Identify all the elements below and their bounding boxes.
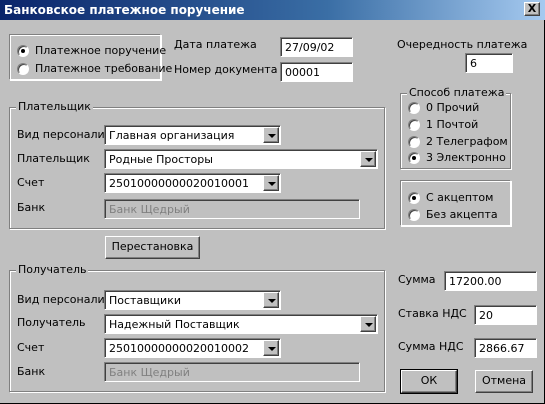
chevron-down-icon[interactable] — [263, 340, 279, 356]
radio-dot — [408, 192, 420, 204]
radio-dot — [408, 136, 420, 148]
close-button[interactable]: X — [524, 2, 540, 16]
payer-select[interactable]: Родные Просторы — [104, 149, 378, 169]
radio-dot — [408, 102, 420, 114]
radio-method-telegraph[interactable]: 2 Телеграфом — [408, 135, 508, 149]
chevron-down-icon[interactable] — [360, 316, 376, 332]
vat-sum-input[interactable]: 2866.67 — [474, 338, 537, 358]
recipient-account-label: Счет — [17, 341, 45, 354]
sum-label: Сумма — [398, 273, 436, 286]
recipient-select[interactable]: Надежный Поставщик — [104, 314, 378, 334]
select-value: Надежный Поставщик — [109, 318, 240, 331]
radio-payment-demand[interactable]: Платежное требование — [17, 62, 172, 76]
cancel-button[interactable]: Отмена — [475, 370, 533, 393]
payer-personnel-label: Вид персоналии — [17, 128, 112, 141]
priority-input[interactable]: 6 — [465, 53, 513, 73]
radio-label: Без акцепта — [426, 208, 498, 221]
vat-rate-input[interactable]: 20 — [474, 305, 537, 325]
chevron-down-icon[interactable] — [263, 292, 279, 308]
recipient-bank-input: Банк Щедрый — [104, 362, 360, 382]
radio-label: Платежное поручение — [35, 44, 167, 57]
chevron-down-icon[interactable] — [360, 151, 376, 167]
radio-payment-order[interactable]: Платежное поручение — [17, 44, 166, 58]
radio-method-mail[interactable]: 1 Почтой — [408, 118, 478, 132]
radio-dot — [408, 152, 420, 164]
radio-label: 3 Электронно — [426, 151, 506, 164]
recipient-personnel-select[interactable]: Поставщики — [104, 290, 281, 310]
select-value: 25010000000020010002 — [109, 342, 249, 355]
doc-number-label: Номер документа — [174, 63, 278, 76]
select-value: Поставщики — [109, 294, 181, 307]
swap-button[interactable]: Перестановка — [105, 236, 200, 259]
radio-with-acceptance[interactable]: С акцептом — [408, 191, 493, 205]
radio-dot — [408, 119, 420, 131]
payer-personnel-select[interactable]: Главная организация — [104, 125, 281, 145]
chevron-down-icon[interactable] — [263, 127, 279, 143]
date-input[interactable]: 27/09/02 — [280, 37, 353, 57]
recipient-caption: Получатель — [16, 263, 89, 277]
recipient-label: Получатель — [17, 316, 86, 329]
recipient-bank-label: Банк — [17, 365, 46, 378]
payer-account-select[interactable]: 25010000000020010001 — [104, 173, 281, 193]
chevron-down-icon[interactable] — [263, 175, 279, 191]
radio-dot — [17, 63, 29, 75]
select-value: Главная организация — [109, 129, 235, 142]
payment-method-caption: Способ платежа — [407, 86, 507, 100]
payment-order-window: Банковское платежное поручение X Платежн… — [0, 0, 545, 404]
select-value: 25010000000020010001 — [109, 177, 249, 190]
radio-without-acceptance[interactable]: Без акцепта — [408, 208, 498, 222]
date-label: Дата платежа — [174, 38, 257, 51]
radio-dot — [408, 209, 420, 221]
recipient-personnel-label: Вид персоналии — [17, 293, 112, 306]
radio-label: 1 Почтой — [426, 118, 479, 131]
priority-label: Очередность платежа — [397, 38, 528, 51]
recipient-account-select[interactable]: 25010000000020010002 — [104, 338, 281, 358]
title-bar: Банковское платежное поручение — [0, 0, 545, 20]
window-title: Банковское платежное поручение — [4, 3, 245, 17]
radio-label: 2 Телеграфом — [426, 135, 508, 148]
radio-label: С акцептом — [426, 191, 494, 204]
ok-button[interactable]: ОК — [400, 369, 458, 394]
vat-sum-label: Сумма НДС — [398, 340, 464, 353]
doc-number-input[interactable]: 00001 — [280, 62, 353, 82]
radio-label: Платежное требование — [35, 62, 173, 75]
sum-input[interactable]: 17200.00 — [444, 271, 537, 291]
radio-label: 0 Прочий — [426, 101, 480, 114]
select-value: Родные Просторы — [109, 153, 213, 166]
payer-account-label: Счет — [17, 176, 45, 189]
radio-dot — [17, 45, 29, 57]
radio-method-electronic[interactable]: 3 Электронно — [408, 151, 506, 165]
payer-caption: Плательщик — [16, 100, 93, 114]
payer-bank-label: Банк — [17, 201, 46, 214]
radio-method-other[interactable]: 0 Прочий — [408, 101, 479, 115]
payer-bank-input: Банк Щедрый — [104, 199, 360, 219]
payer-label: Плательщик — [17, 152, 90, 165]
vat-rate-label: Ставка НДС — [398, 307, 467, 320]
